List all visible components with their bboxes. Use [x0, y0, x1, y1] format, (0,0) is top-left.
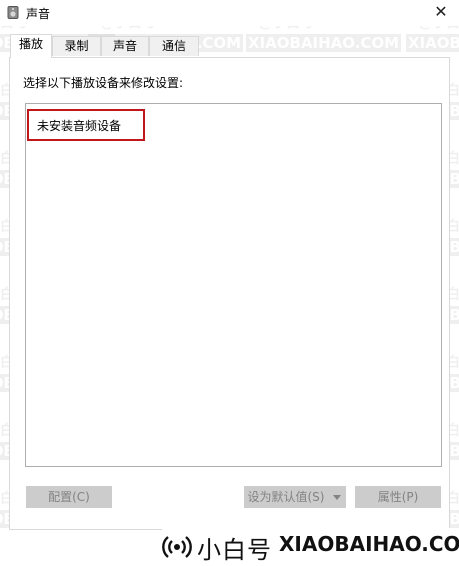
speaker-icon	[7, 6, 19, 19]
brand-name-cn: 小白号	[197, 536, 272, 564]
broadcast-icon	[162, 532, 192, 562]
chevron-down-icon	[333, 495, 341, 500]
tab-playback[interactable]: 播放	[10, 34, 52, 58]
configure-button[interactable]: 配置(C)	[26, 486, 112, 508]
highlight-box	[27, 109, 145, 141]
watermark-line2: XIAOBAIHAO.COM	[246, 34, 402, 52]
title-bar: 声音 ✕	[0, 0, 459, 26]
close-button[interactable]: ✕	[423, 0, 459, 26]
set-default-dropdown-button[interactable]	[328, 486, 346, 508]
properties-button[interactable]: 属性(P)	[355, 486, 441, 508]
window-title: 声音	[26, 7, 51, 21]
close-icon: ✕	[434, 2, 448, 21]
brand-footer: 小白号 XIAOBAIHAO.COM	[162, 528, 459, 566]
tab-recording[interactable]: 录制	[52, 36, 101, 56]
instruction-label: 选择以下播放设备来修改设置:	[23, 76, 184, 90]
tab-sounds[interactable]: 声音	[101, 36, 149, 56]
watermark-line2: XIAOBAIHAO.COM	[406, 34, 459, 52]
playback-device-list[interactable]: 未安装音频设备	[25, 103, 442, 467]
set-default-button[interactable]: 设为默认值(S)	[244, 486, 328, 508]
brand-name-en: XIAOBAIHAO.COM	[279, 532, 459, 556]
tab-communications[interactable]: 通信	[149, 36, 199, 56]
